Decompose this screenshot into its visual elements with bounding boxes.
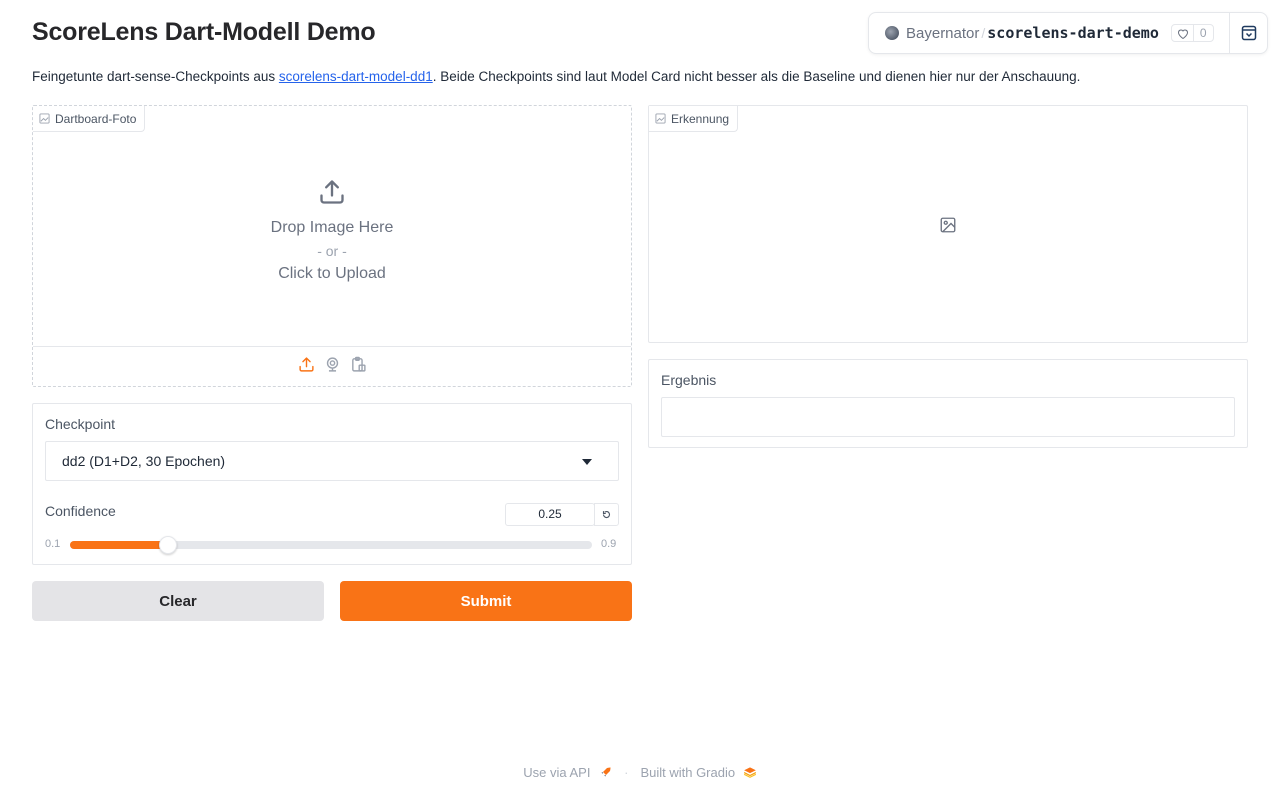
clipboard-source-button[interactable]: [350, 356, 367, 378]
model-link[interactable]: scorelens-dart-model-dd1: [279, 69, 433, 84]
rocket-icon: [601, 767, 611, 777]
reset-icon: [602, 511, 611, 519]
clear-button[interactable]: Clear: [32, 581, 324, 621]
collapse-icon: [1241, 25, 1256, 41]
heart-icon: [1172, 25, 1194, 41]
drop-text: Drop Image Here: [270, 219, 394, 236]
path-separator: /: [981, 25, 986, 41]
checkpoint-selected-value: dd2 (D1+D2, 30 Epochen): [62, 453, 226, 469]
like-button[interactable]: 0: [1170, 24, 1214, 42]
slider-min-label: 0.1: [45, 538, 61, 550]
input-image-label: Dartboard-Foto: [33, 106, 146, 132]
repo-name[interactable]: scorelens-dart-demo: [987, 24, 1159, 42]
click-upload-text: Click to Upload: [278, 265, 386, 282]
page-title: ScoreLens Dart-Modell Demo: [32, 18, 376, 46]
upload-source-toolbar: [33, 346, 631, 386]
webcam-source-button[interactable]: [324, 356, 341, 378]
slider-max-label: 0.9: [601, 538, 617, 550]
output-image-label: Erkennung: [649, 106, 739, 132]
upload-source-button[interactable]: [298, 356, 315, 378]
confidence-number-input[interactable]: 0.25: [505, 503, 595, 526]
confidence-label: Confidence: [45, 503, 116, 519]
image-upload-panel[interactable]: Dartboard-Foto Drop Image Here - or - Cl…: [32, 105, 632, 387]
output-image-panel: Erkennung: [648, 105, 1248, 343]
checkpoint-dropdown[interactable]: dd2 (D1+D2, 30 Epochen): [45, 441, 619, 481]
upload-dropzone[interactable]: Drop Image Here - or - Click to Upload: [33, 178, 631, 283]
owner-avatar: [885, 26, 899, 40]
webcam-icon: [326, 356, 338, 372]
built-with-gradio-link[interactable]: Built with Gradio: [640, 765, 756, 780]
use-via-api-link[interactable]: Use via API: [523, 765, 612, 780]
space-header-badge: Bayernator / scorelens-dart-demo 0: [868, 12, 1268, 54]
page-description: Feingetunte dart-sense-Checkpoints aus s…: [32, 69, 1081, 84]
upload-icon: [298, 356, 314, 372]
slider-thumb[interactable]: [158, 536, 177, 554]
checkpoint-label: Checkpoint: [45, 416, 116, 432]
clipboard-icon: [351, 356, 366, 372]
result-label: Ergebnis: [661, 372, 717, 388]
chevron-down-icon: [582, 459, 592, 465]
upload-icon: [320, 180, 344, 204]
footer: Use via API · Built with Gradio: [0, 765, 1280, 780]
confidence-slider[interactable]: [70, 536, 592, 554]
image-icon: [655, 113, 666, 124]
result-panel: Ergebnis: [648, 359, 1248, 448]
settings-panel: Checkpoint dd2 (D1+D2, 30 Epochen) Confi…: [32, 403, 632, 565]
image-placeholder-icon: [940, 217, 956, 233]
or-text: - or -: [317, 243, 347, 259]
like-count: 0: [1199, 26, 1207, 40]
reset-button[interactable]: [594, 503, 619, 526]
submit-button[interactable]: Submit: [340, 581, 632, 621]
result-textbox[interactable]: [661, 397, 1235, 437]
owner-name[interactable]: Bayernator: [906, 25, 979, 42]
footer-separator: ·: [624, 765, 629, 780]
slider-fill: [70, 541, 168, 549]
collapse-header-button[interactable]: [1229, 13, 1267, 53]
image-icon: [39, 113, 50, 124]
gradio-logo-icon: [743, 767, 756, 778]
